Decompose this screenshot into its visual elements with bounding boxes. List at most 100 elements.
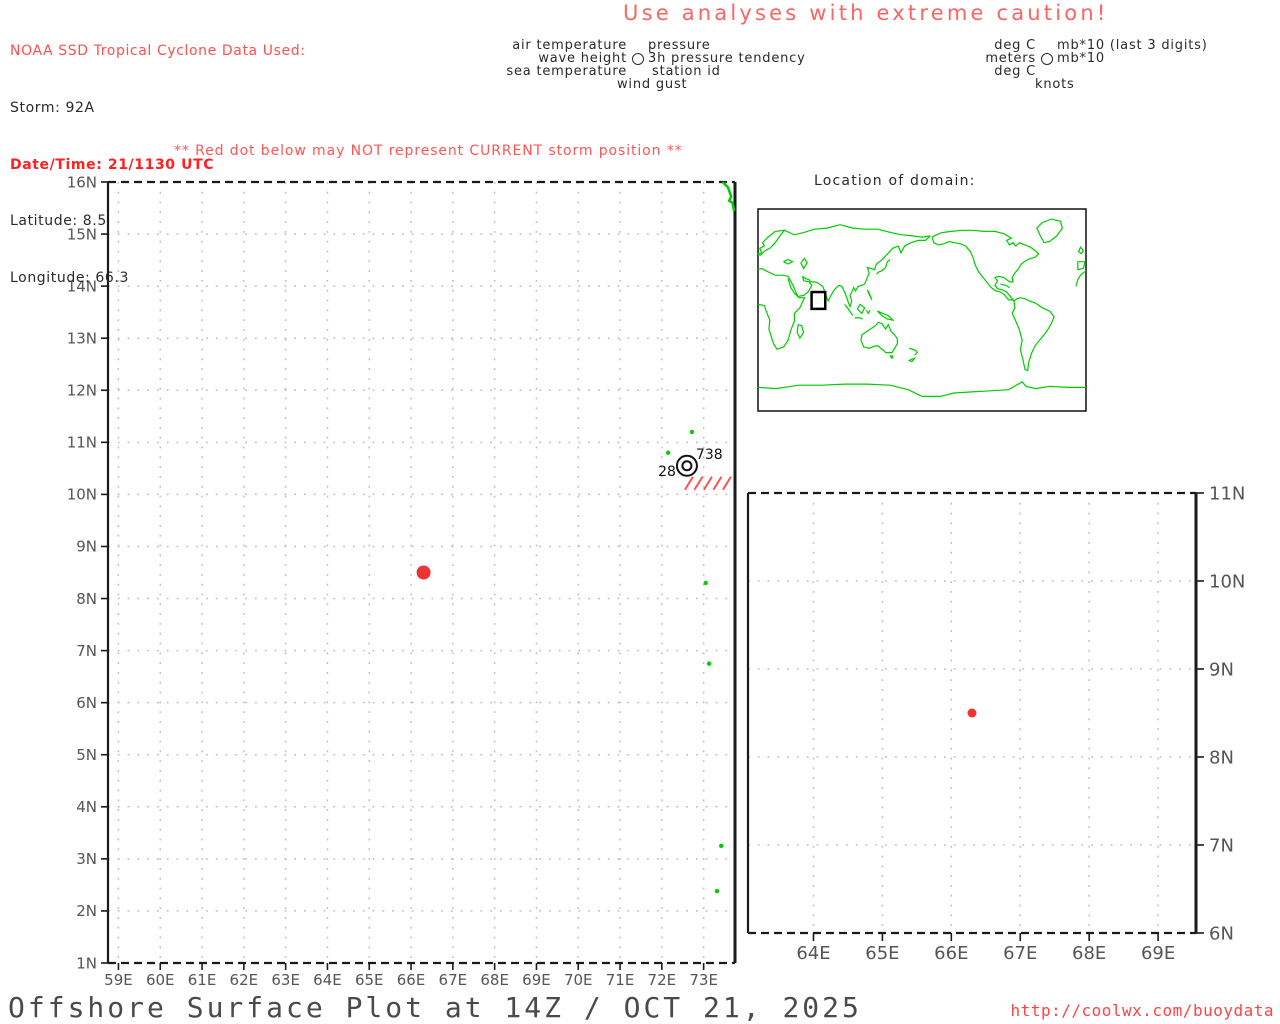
y-tick-label: 10N bbox=[1209, 571, 1245, 592]
world-coastline bbox=[802, 235, 931, 309]
y-tick-label: 11N bbox=[67, 434, 97, 452]
buoy-plot-page: { "colors": { "red_text": "#ff5050", "re… bbox=[0, 0, 1280, 1024]
y-tick-label: 10N bbox=[67, 486, 97, 504]
island-mark bbox=[706, 661, 712, 666]
storm-latitude-line: Latitude: 8.5 bbox=[10, 213, 107, 230]
world-coastline bbox=[876, 310, 895, 322]
legend-wind-gust: wind gust bbox=[617, 77, 688, 92]
world-coastline bbox=[784, 224, 931, 238]
world-coastline bbox=[783, 258, 794, 265]
y-tick-label: 2N bbox=[76, 902, 97, 920]
world-coastline bbox=[860, 321, 899, 354]
island-mark bbox=[689, 429, 695, 435]
y-tick-label: 9N bbox=[1209, 659, 1234, 680]
world-coastline bbox=[854, 317, 864, 320]
storm-longitude-line: Longitude: 66.3 bbox=[10, 270, 129, 287]
world-coastline bbox=[844, 304, 854, 316]
world-coastline bbox=[866, 289, 873, 301]
world-coastline bbox=[800, 257, 808, 270]
x-tick-label: 63E bbox=[271, 971, 300, 989]
storm-position-dot bbox=[416, 565, 431, 580]
coastline bbox=[721, 181, 736, 212]
y-tick-label: 6N bbox=[1209, 923, 1234, 944]
island-mark bbox=[665, 450, 671, 455]
x-tick-label: 65E bbox=[355, 971, 384, 989]
x-tick-label: 72E bbox=[648, 971, 677, 989]
x-tick-label: 64E bbox=[313, 971, 342, 989]
world-coastline bbox=[757, 381, 1086, 397]
zoom-map: 64E 65E 66E 67E 68E 69E 6N 7N 8N 9N 10N 11N bbox=[746, 483, 1245, 964]
world-coastline bbox=[856, 303, 866, 315]
world-map bbox=[757, 208, 1087, 412]
red-dot-warning: ** Red dot below may NOT represent CURRE… bbox=[174, 143, 683, 159]
missing-data-hatch bbox=[693, 476, 704, 491]
world-coastline bbox=[1077, 246, 1085, 255]
missing-data-hatch bbox=[722, 476, 732, 491]
x-tick-label: 71E bbox=[606, 971, 635, 989]
units-legend: deg C mb*10 (last 3 digits) meters mb*10… bbox=[916, 39, 1208, 91]
y-tick-label: 12N bbox=[67, 382, 97, 400]
x-tick-label: 73E bbox=[689, 971, 718, 989]
world-coastline bbox=[796, 324, 805, 340]
world-coastline bbox=[1077, 261, 1086, 271]
station-circle-outer bbox=[675, 454, 698, 477]
x-tick-label: 64E bbox=[796, 943, 830, 964]
world-coastline bbox=[931, 229, 1040, 302]
missing-data-hatch bbox=[712, 476, 723, 491]
x-tick-label: 66E bbox=[397, 971, 426, 989]
world-coastline bbox=[907, 357, 917, 363]
storm-position-dot bbox=[967, 708, 977, 718]
y-tick-label: 8N bbox=[76, 590, 97, 608]
location-map-title: Location of domain: bbox=[814, 173, 976, 189]
missing-data-hatch bbox=[703, 476, 713, 491]
y-tick-label: 7N bbox=[76, 642, 97, 660]
x-tick-label: 68E bbox=[1072, 943, 1106, 964]
unit-mb10: mb*10 bbox=[1057, 51, 1105, 66]
island-mark bbox=[714, 888, 720, 894]
x-tick-label: 62E bbox=[230, 971, 259, 989]
x-tick-label: 69E bbox=[1141, 943, 1175, 964]
world-coastline bbox=[1075, 270, 1087, 287]
world-coastline bbox=[876, 259, 891, 275]
world-coastline bbox=[1000, 283, 1010, 289]
page-title: Offshore Surface Plot at 14Z / OCT 21, 2… bbox=[8, 991, 862, 1024]
world-coastline bbox=[1036, 218, 1063, 244]
y-tick-label: 5N bbox=[76, 746, 97, 764]
x-tick-label: 70E bbox=[564, 971, 593, 989]
station-circle-icon bbox=[1036, 52, 1057, 65]
x-tick-label: 67E bbox=[439, 971, 468, 989]
world-coastline bbox=[865, 309, 871, 315]
y-tick-label: 8N bbox=[1209, 747, 1234, 768]
x-tick-label: 60E bbox=[146, 971, 175, 989]
storm-id-line: Storm: 92A bbox=[10, 99, 95, 116]
world-coastline bbox=[757, 229, 786, 256]
y-tick-label: 1N bbox=[76, 954, 97, 972]
domain-box bbox=[810, 290, 827, 311]
source-url-link[interactable]: http://coolwx.com/buoydata bbox=[1011, 1001, 1274, 1020]
world-map-border bbox=[757, 208, 1087, 412]
world-coastline bbox=[909, 347, 919, 356]
y-tick-label: 13N bbox=[67, 329, 97, 347]
station-pressure-value: 738 bbox=[696, 447, 723, 463]
x-tick-label: 68E bbox=[480, 971, 509, 989]
x-tick-label: 67E bbox=[1003, 943, 1037, 964]
station-circle-inner bbox=[681, 460, 693, 472]
world-coastline bbox=[931, 236, 1015, 302]
y-tick-label: 3N bbox=[76, 850, 97, 868]
x-tick-label: 69E bbox=[522, 971, 551, 989]
caution-banner: Use analyses with extreme caution! bbox=[623, 1, 1109, 25]
y-tick-label: 11N bbox=[1209, 483, 1245, 504]
world-coastline bbox=[757, 267, 789, 277]
unit-knots: knots bbox=[1035, 77, 1075, 92]
x-tick-label: 65E bbox=[865, 943, 899, 964]
world-coastline bbox=[1011, 297, 1055, 372]
world-coastline bbox=[889, 355, 894, 360]
missing-data-hatch bbox=[684, 476, 694, 491]
station-circle-icon bbox=[627, 52, 648, 65]
x-tick-label: 61E bbox=[188, 971, 217, 989]
data-source-line: NOAA SSD Tropical Cyclone Data Used: bbox=[10, 43, 306, 59]
island-mark bbox=[719, 843, 724, 849]
x-tick-label: 66E bbox=[934, 943, 968, 964]
y-tick-label: 9N bbox=[76, 538, 97, 556]
y-tick-label: 4N bbox=[76, 798, 97, 816]
